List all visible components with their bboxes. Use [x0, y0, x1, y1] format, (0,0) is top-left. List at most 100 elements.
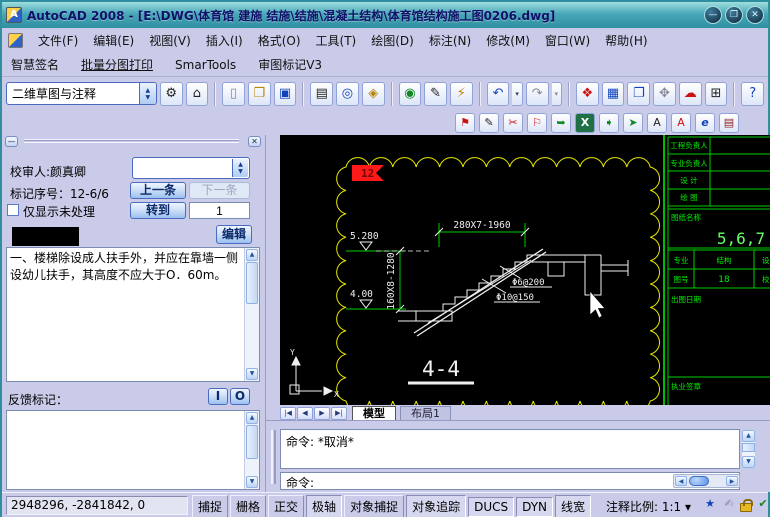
command-window-grip[interactable]: [271, 430, 276, 484]
toolbar-lock-icon[interactable]: [740, 503, 752, 512]
toggle-polar[interactable]: 极轴: [306, 495, 342, 517]
quick-tool-button[interactable]: ⚡: [450, 82, 473, 106]
scroll-up-icon[interactable]: ▲: [742, 430, 755, 442]
only-unprocessed-checkbox[interactable]: [7, 204, 19, 216]
toggle-grid[interactable]: 栅格: [230, 495, 266, 517]
scroll-left-icon[interactable]: ◀: [675, 476, 687, 486]
help-button[interactable]: ?: [741, 82, 764, 106]
menu-tools[interactable]: 工具(T): [316, 32, 357, 49]
command-vscrollbar[interactable]: ▲ ▼: [741, 429, 756, 469]
scrollbar-thumb[interactable]: [689, 476, 709, 486]
next-mark-button[interactable]: 下一条: [189, 182, 250, 199]
edit-mark-button[interactable]: 编辑: [216, 225, 252, 244]
previous-mark-button[interactable]: 上一条: [130, 182, 186, 199]
goto-button[interactable]: 转到: [130, 202, 186, 219]
command-history[interactable]: 命令: *取消*: [280, 429, 740, 469]
menu-window[interactable]: 窗口(W): [545, 32, 590, 49]
mark-filter-combo[interactable]: ▲▼: [132, 157, 250, 179]
undo-dropdown-icon[interactable]: ▾: [512, 82, 522, 106]
layer-manager-button[interactable]: ▦: [602, 82, 625, 106]
scroll-up-icon[interactable]: ▲: [246, 249, 258, 261]
tab-next-button[interactable]: ▶: [314, 407, 330, 420]
feedback-textarea[interactable]: ▲ ▼: [6, 410, 260, 490]
annotation-visibility-icon[interactable]: ★: [702, 496, 718, 512]
menu-file[interactable]: 文件(F): [38, 32, 78, 49]
ie-browser-button[interactable]: e: [695, 113, 715, 133]
menu-smartools[interactable]: SmarTools: [175, 58, 236, 72]
command-hscrollbar[interactable]: ◀ ▶: [673, 474, 740, 488]
menu-modify[interactable]: 修改(M): [486, 32, 530, 49]
menu-smart-signature[interactable]: 智慧签名: [11, 56, 59, 73]
panel-drag-grip[interactable]: [24, 139, 239, 143]
toggle-lwt[interactable]: 线宽: [555, 495, 591, 517]
export-marks-button[interactable]: ➥: [551, 113, 571, 133]
menu-review-mark-v3[interactable]: 审图标记V3: [258, 56, 322, 73]
scrollbar-thumb[interactable]: [742, 443, 755, 452]
restore-button[interactable]: ❐: [725, 6, 743, 24]
help-book-button[interactable]: ▤: [719, 113, 739, 133]
menu-draw[interactable]: 绘图(D): [371, 32, 414, 49]
menu-dimension[interactable]: 标注(N): [429, 32, 471, 49]
acad-black-button[interactable]: A: [647, 113, 667, 133]
tab-model[interactable]: 模型: [352, 406, 396, 420]
markup-pen-button[interactable]: ✎: [424, 82, 447, 106]
review-panel-header[interactable]: — ✕: [2, 135, 265, 148]
etransmit-button[interactable]: ◉: [399, 82, 422, 106]
workspace-settings-button[interactable]: ⚙: [160, 82, 183, 106]
drawing-canvas[interactable]: 12 280X7-1960 5.280: [280, 135, 770, 405]
minimize-button[interactable]: —: [704, 6, 722, 24]
toggle-ortho[interactable]: 正交: [268, 495, 304, 517]
mark-comment-textarea[interactable]: 一、楼梯除设成人扶手外，并应在靠墙一侧设幼儿扶手，其高度不应大于O．60m。 ▲…: [6, 247, 260, 382]
plot-button[interactable]: ▤: [310, 82, 333, 106]
redo-button[interactable]: ↷: [526, 82, 549, 106]
feedback-o-button[interactable]: O: [230, 388, 250, 405]
combo-spinner-icon[interactable]: ▲▼: [139, 83, 156, 104]
tab-layout1[interactable]: 布局1: [400, 406, 451, 420]
acad-red-button[interactable]: A: [671, 113, 691, 133]
coordinate-display[interactable]: 2948296, -2841842, 0: [6, 496, 188, 515]
review-pen-button[interactable]: ✎: [479, 113, 499, 133]
feedback-i-button[interactable]: I: [208, 388, 228, 405]
calculator-button[interactable]: ⊞: [705, 82, 728, 106]
scroll-up-icon[interactable]: ▲: [246, 412, 258, 424]
review-find-button[interactable]: ⚐: [527, 113, 547, 133]
qnew-button[interactable]: ▯: [222, 82, 245, 106]
toggle-dyn[interactable]: DYN: [516, 497, 553, 517]
scroll-right-icon[interactable]: ▶: [726, 476, 738, 486]
tab-last-button[interactable]: ▶|: [331, 407, 347, 420]
send-marks-button[interactable]: ➤: [623, 113, 643, 133]
menu-insert[interactable]: 插入(I): [206, 32, 243, 49]
scroll-down-icon[interactable]: ▼: [246, 368, 258, 380]
menu-view[interactable]: 视图(V): [149, 32, 191, 49]
review-cut-button[interactable]: ✂: [503, 113, 523, 133]
menu-help[interactable]: 帮助(H): [605, 32, 647, 49]
menu-format[interactable]: 格式(O): [258, 32, 301, 49]
trusted-autodesk-icon[interactable]: ✔: [755, 496, 770, 512]
menu-batch-plot[interactable]: 批量分图打印: [81, 56, 153, 73]
feedback-scrollbar[interactable]: ▲ ▼: [244, 411, 259, 489]
annotation-scale[interactable]: 注释比例: 1:1 ▾: [606, 498, 691, 515]
redo-dropdown-icon[interactable]: ▾: [552, 82, 562, 106]
plot-preview-button[interactable]: ◎: [336, 82, 359, 106]
close-button[interactable]: ✕: [746, 6, 764, 24]
workspace-save-button[interactable]: ⌂: [186, 82, 209, 106]
revision-cloud-button[interactable]: ☁: [679, 82, 702, 106]
goto-input[interactable]: [189, 202, 250, 219]
toggle-snap[interactable]: 捕捉: [192, 495, 228, 517]
block-editor-button[interactable]: ✥: [653, 82, 676, 106]
review-flag-button[interactable]: ⚑: [455, 113, 475, 133]
import-marks-button[interactable]: ➧: [599, 113, 619, 133]
panel-close-button[interactable]: ✕: [248, 136, 261, 147]
scrollbar-thumb[interactable]: [246, 425, 258, 459]
tab-prev-button[interactable]: ◀: [297, 407, 313, 420]
menu-edit[interactable]: 编辑(E): [93, 32, 134, 49]
toggle-ducs[interactable]: DUCS: [468, 497, 514, 517]
workspace-combo[interactable]: 二维草图与注释 ▲▼: [6, 82, 157, 105]
scale-dropdown-icon[interactable]: ▾: [685, 500, 691, 514]
panel-minimize-button[interactable]: —: [5, 136, 18, 147]
publish-button[interactable]: ◈: [362, 82, 385, 106]
palette-button[interactable]: ❖: [576, 82, 599, 106]
toggle-osnap[interactable]: 对象捕捉: [344, 495, 404, 517]
save-button[interactable]: ▣: [274, 82, 297, 106]
undo-button[interactable]: ↶: [487, 82, 510, 106]
